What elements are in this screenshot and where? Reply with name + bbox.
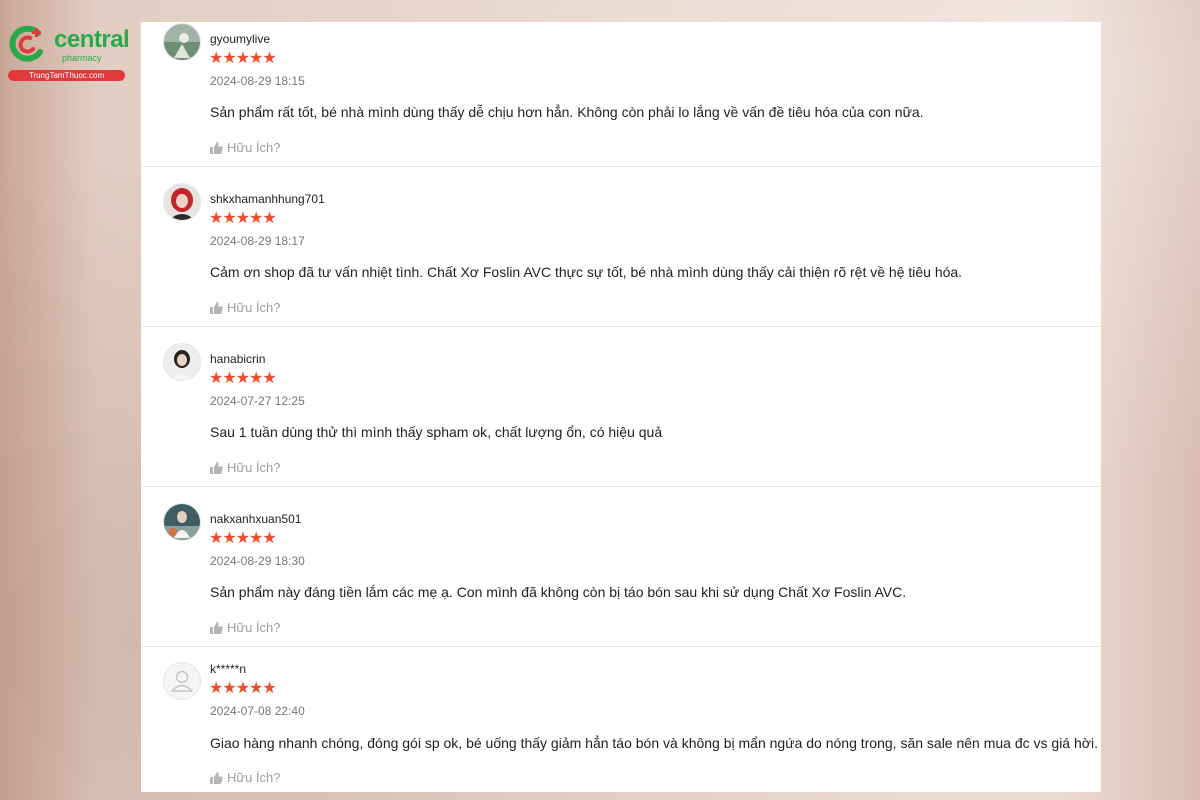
review-item: hanabicrin ★★★★★ 2024-07-27 12:25 Sau 1 … <box>141 326 1101 487</box>
star-rating: ★★★★★ <box>209 370 277 387</box>
helpful-label: Hữu Ích? <box>227 300 281 315</box>
star-icon: ★ <box>235 50 251 67</box>
thumbs-up-icon <box>210 462 223 474</box>
helpful-button[interactable]: Hữu Ích? <box>210 300 281 316</box>
star-rating: ★★★★★ <box>209 530 277 547</box>
review-item: shkxhamanhhung701 ★★★★★ 2024-08-29 18:17… <box>141 166 1101 327</box>
review-username[interactable]: nakxanhxuan501 <box>210 512 301 526</box>
star-icon: ★ <box>222 50 237 67</box>
star-icon: ★ <box>222 530 237 547</box>
review-comment: Giao hàng nhanh chóng, đóng gói sp ok, b… <box>210 735 1098 751</box>
star-icon: ★ <box>222 210 237 227</box>
star-rating: ★★★★★ <box>209 680 277 697</box>
helpful-button[interactable]: Hữu Ích? <box>210 140 281 156</box>
helpful-button[interactable]: Hữu Ích? <box>210 620 281 636</box>
star-icon: ★ <box>235 370 251 387</box>
review-comment: Sản phẩm rất tốt, bé nhà mình dùng thấy … <box>210 104 924 120</box>
brand-site: TrungTamThuoc.com <box>8 70 125 81</box>
avatar[interactable] <box>163 503 201 541</box>
avatar[interactable] <box>163 343 201 381</box>
brand-name: central <box>54 26 130 53</box>
helpful-label: Hữu Ích? <box>227 620 281 635</box>
brand-logo: central pharmacy TrungTamThuoc.com <box>8 24 130 84</box>
avatar[interactable] <box>163 23 201 61</box>
helpful-label: Hữu Ích? <box>227 140 281 155</box>
star-rating: ★★★★★ <box>209 50 277 67</box>
helpful-label: Hữu Ích? <box>227 770 281 785</box>
thumbs-up-icon <box>210 622 223 634</box>
star-icon: ★ <box>235 530 251 547</box>
avatar[interactable] <box>163 183 201 221</box>
review-time: 2024-08-29 18:30 <box>210 554 305 568</box>
review-username[interactable]: k*****n <box>210 662 246 676</box>
star-icon: ★ <box>235 210 251 227</box>
thumbs-up-icon <box>210 772 223 784</box>
star-icon: ★ <box>262 370 277 387</box>
star-icon: ★ <box>235 680 251 697</box>
review-comment: Sau 1 tuần dùng thử thì mình thấy spham … <box>210 424 663 440</box>
thumbs-up-icon <box>210 142 223 154</box>
review-item: nakxanhxuan501 ★★★★★ 2024-08-29 18:30 Sả… <box>141 486 1101 647</box>
default-user-icon[interactable] <box>163 662 201 700</box>
pharmacy-logo-icon <box>9 25 43 62</box>
review-username[interactable]: shkxhamanhhung701 <box>210 192 325 206</box>
star-rating: ★★★★★ <box>209 210 277 227</box>
helpful-button[interactable]: Hữu Ích? <box>210 460 281 476</box>
star-icon: ★ <box>262 50 277 67</box>
thumbs-up-icon <box>210 302 223 314</box>
review-time: 2024-08-29 18:17 <box>210 234 305 248</box>
helpful-button[interactable]: Hữu Ích? <box>210 770 281 786</box>
star-icon: ★ <box>262 530 277 547</box>
review-time: 2024-07-08 22:40 <box>210 704 305 718</box>
brand-sub: pharmacy <box>62 53 102 63</box>
star-icon: ★ <box>262 680 277 697</box>
review-item: gyoumylive ★★★★★ 2024-08-29 18:15 Sản ph… <box>141 22 1101 167</box>
review-comment: Cảm ơn shop đã tư vấn nhiệt tình. Chất X… <box>210 264 963 280</box>
helpful-label: Hữu Ích? <box>227 460 281 475</box>
star-icon: ★ <box>262 210 277 227</box>
star-icon: ★ <box>222 370 237 387</box>
review-username[interactable]: gyoumylive <box>210 32 270 46</box>
review-time: 2024-08-29 18:15 <box>210 74 305 88</box>
review-username[interactable]: hanabicrin <box>210 352 265 366</box>
review-item: k*****n ★★★★★ 2024-07-08 22:40 Giao hàng… <box>141 646 1101 792</box>
review-time: 2024-07-27 12:25 <box>210 394 305 408</box>
reviews-panel: gyoumylive ★★★★★ 2024-08-29 18:15 Sản ph… <box>141 22 1101 792</box>
review-comment: Sản phẩm này đáng tiền lắm các mẹ ạ. Con… <box>210 584 907 600</box>
star-icon: ★ <box>222 680 237 697</box>
